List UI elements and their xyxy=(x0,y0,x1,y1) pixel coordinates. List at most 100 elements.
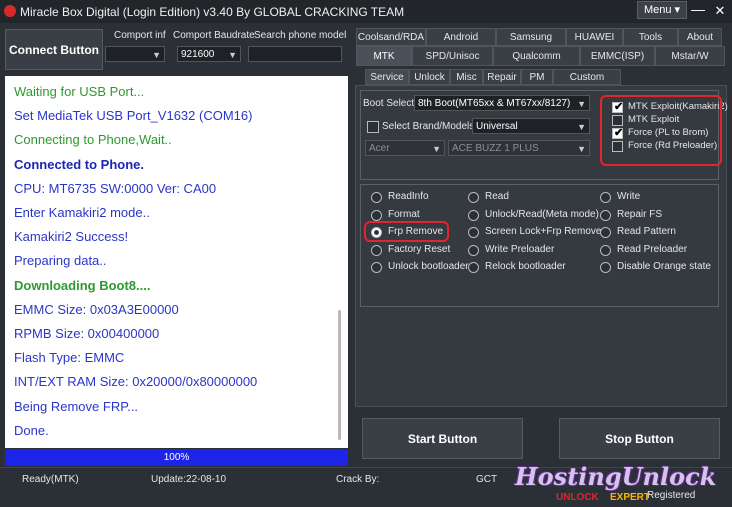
log-line: CPU: MT6735 SW:0000 Ver: CA00 xyxy=(14,180,217,196)
operation-label[interactable]: ReadInfo xyxy=(388,191,429,202)
operation-label[interactable]: Unlock/Read(Meta mode) xyxy=(485,209,599,220)
operation-label[interactable]: Disable Orange state xyxy=(617,261,711,272)
window-title: Miracle Box Digital (Login Edition) v3.4… xyxy=(20,5,405,19)
menu-button[interactable]: Menu ▾ xyxy=(637,1,687,19)
subtab-pm[interactable]: PM xyxy=(521,69,553,85)
boot-select[interactable]: 8th Boot(MT65xx & MT67xx/8127) ▼ xyxy=(414,95,590,111)
status-gct: GCT xyxy=(476,474,498,485)
operation-radio[interactable] xyxy=(600,192,611,203)
operation-label[interactable]: Repair FS xyxy=(617,209,662,220)
status-registered: Registered xyxy=(647,490,696,501)
chevron-down-icon: ▼ xyxy=(152,50,161,60)
tab-mstar-w[interactable]: Mstar/W xyxy=(655,46,725,66)
stop-button[interactable]: Stop Button xyxy=(559,418,720,459)
operation-radio[interactable] xyxy=(371,262,382,273)
operation-radio[interactable] xyxy=(600,209,611,221)
log-line: Enter Kamakiri2 mode.. xyxy=(14,205,150,220)
app-logo-icon xyxy=(4,5,16,17)
log-line: Downloading Boot8.... xyxy=(14,277,151,293)
close-icon[interactable]: ✕ xyxy=(712,3,728,19)
status-ready: Ready(MTK) xyxy=(22,474,79,485)
log-line: Set MediaTek USB Port_V1632 (COM16) xyxy=(14,108,253,124)
status-update: Update:22-08-10 xyxy=(151,474,227,485)
exploit-highlight-ring xyxy=(600,95,722,166)
log-line: Kamakiri2 Success! xyxy=(14,229,129,245)
operation-label[interactable]: Unlock bootloader xyxy=(388,261,469,272)
subtab-unlock[interactable]: Unlock xyxy=(409,69,450,85)
comport-label: Comport inf xyxy=(114,30,166,41)
log-line: EMMC Size: 0x03A3E00000 xyxy=(14,301,179,317)
watermark-sub1: UNLOCK xyxy=(556,492,599,503)
tab-samsung[interactable]: Samsung xyxy=(496,28,566,46)
baudrate-label: Comport Baudrate xyxy=(173,30,255,41)
log-line: RPMB Size: 0x00400000 xyxy=(14,326,160,341)
subtab-repair[interactable]: Repair xyxy=(483,69,521,85)
tab-android[interactable]: Android xyxy=(426,28,496,46)
chevron-down-icon: ▼ xyxy=(577,144,586,154)
log-line: Preparing data.. xyxy=(14,253,107,269)
operation-label[interactable]: Read xyxy=(485,191,509,202)
tab-about[interactable]: About xyxy=(678,28,722,46)
log-line: Being Remove FRP... xyxy=(14,398,139,414)
start-button[interactable]: Start Button xyxy=(362,418,523,459)
chevron-down-icon: ▼ xyxy=(577,122,586,132)
operation-label[interactable]: Factory Reset xyxy=(388,244,450,255)
log-line: Connected to Phone. xyxy=(14,156,144,172)
operation-label[interactable]: Format xyxy=(388,209,420,220)
operation-label[interactable]: Write xyxy=(617,191,640,202)
status-crack-by: Crack By: xyxy=(336,474,380,485)
model-select[interactable]: ACE BUZZ 1 PLUS ▼ xyxy=(448,140,590,156)
chevron-down-icon: ▼ xyxy=(228,50,237,60)
tab-coolsand-rda[interactable]: Coolsand/RDA xyxy=(356,28,426,46)
log-scrollbar[interactable] xyxy=(338,310,341,440)
subtab-service[interactable]: Service xyxy=(365,69,409,85)
connect-button[interactable]: Connect Button xyxy=(5,29,103,70)
operation-label[interactable]: Screen Lock+Frp Remove xyxy=(485,226,601,237)
log-line: Done. xyxy=(14,422,49,438)
platform-select[interactable]: Universal ▼ xyxy=(472,118,590,134)
operation-label[interactable]: Read Preloader xyxy=(617,244,687,255)
tab-spd-unisoc[interactable]: SPD/Unisoc xyxy=(412,46,493,66)
operation-radio[interactable] xyxy=(371,244,382,256)
log-line: INT/EXT RAM Size: 0x20000/0x80000000 xyxy=(14,374,258,390)
select-brand-checkbox[interactable] xyxy=(367,121,379,133)
operation-radio[interactable] xyxy=(468,244,479,256)
subtab-custom-setting[interactable]: Custom Setting xyxy=(553,69,621,98)
frp-highlight-ring xyxy=(364,221,449,242)
operation-radio[interactable] xyxy=(468,192,479,203)
select-brand-label: Select Brand/Models xyxy=(382,121,475,132)
baudrate-select[interactable]: 921600 ▼ xyxy=(177,46,241,62)
chevron-down-icon: ▼ xyxy=(577,99,586,109)
tab-tools[interactable]: Tools xyxy=(623,28,678,46)
watermark-sub2: EXPERT xyxy=(610,492,651,503)
minimize-icon[interactable]: — xyxy=(690,2,706,19)
log-panel: Waiting for USB Port... Set MediaTek USB … xyxy=(5,76,348,448)
tab-huawei[interactable]: HUAWEI xyxy=(566,28,623,46)
search-phone-input[interactable] xyxy=(248,46,342,62)
tab-emmc-isp-[interactable]: EMMC(ISP) xyxy=(580,46,655,66)
subtab-misc[interactable]: Misc xyxy=(450,69,483,85)
log-line: Waiting for USB Port... xyxy=(14,84,145,99)
chevron-down-icon: ▼ xyxy=(432,144,441,154)
tab-mtk[interactable]: MTK xyxy=(356,46,412,66)
operation-label[interactable]: Relock bootloader xyxy=(485,261,566,272)
brand-select[interactable]: Acer ▼ xyxy=(365,140,445,156)
operation-label[interactable]: Write Preloader xyxy=(485,244,554,255)
progress-bar: 100% xyxy=(5,449,348,466)
operation-label[interactable]: Read Pattern xyxy=(617,226,676,237)
watermark-logo: HostingUnlock xyxy=(515,462,717,491)
operation-radio[interactable] xyxy=(468,209,479,221)
operation-radio[interactable] xyxy=(371,209,382,221)
operation-radio[interactable] xyxy=(600,227,611,238)
operation-radio[interactable] xyxy=(468,227,479,238)
operation-radio[interactable] xyxy=(600,262,611,273)
operation-radio[interactable] xyxy=(371,192,382,203)
operation-radio[interactable] xyxy=(468,262,479,273)
log-line: Connecting to Phone,Wait.. xyxy=(14,132,172,148)
comport-select[interactable]: ▼ xyxy=(105,46,165,62)
tab-qualcomm[interactable]: Qualcomm xyxy=(493,46,580,66)
operation-radio[interactable] xyxy=(600,244,611,256)
log-line: Flash Type: EMMC xyxy=(14,350,125,366)
search-phone-label: Search phone model xyxy=(254,30,347,41)
boot-select-label: Boot Select: xyxy=(363,98,417,109)
